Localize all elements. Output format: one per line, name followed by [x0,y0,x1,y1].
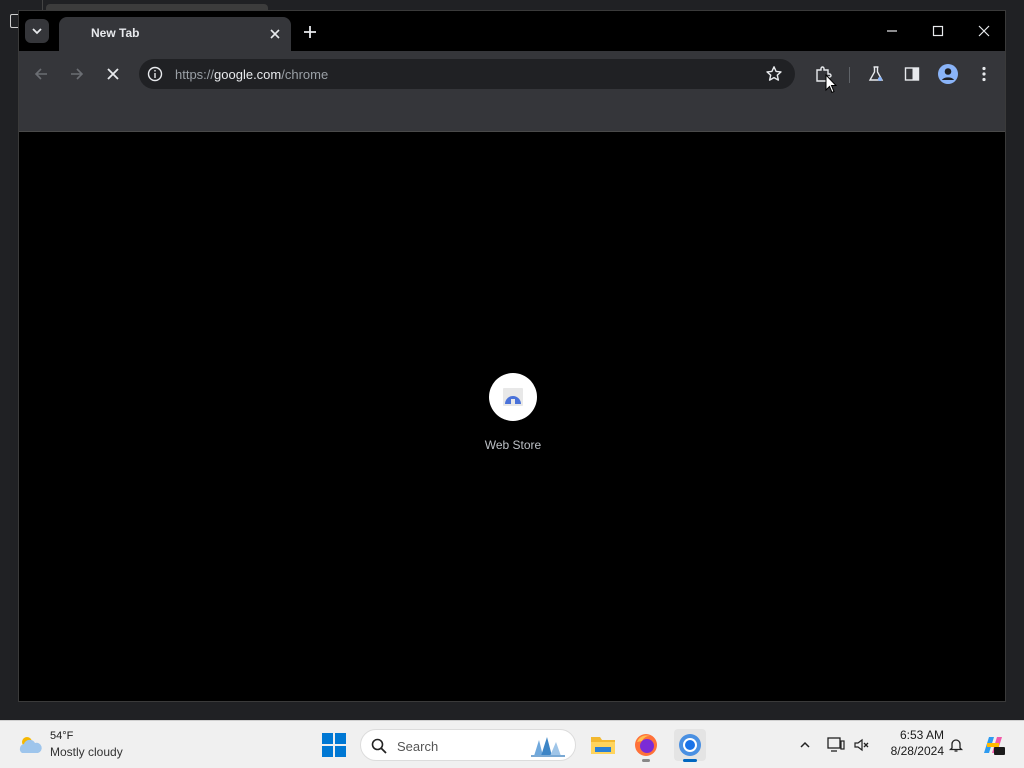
flask-icon [868,66,884,81]
taskbar-app-chrome[interactable] [674,729,706,762]
tab-search-button[interactable] [25,19,49,43]
close-icon [978,25,990,37]
taskbar-app-file-explorer[interactable] [587,729,619,761]
side-panel-icon [904,67,920,81]
web-store-icon [503,388,523,406]
taskbar-app-firefox[interactable] [630,729,662,762]
stop-loading-button[interactable] [101,62,125,86]
tray-volume-button[interactable] [852,735,872,755]
tab-close-button[interactable] [267,26,283,42]
copilot-button[interactable] [980,732,1006,758]
file-explorer-icon [591,737,615,754]
new-tab-page: Web Store [19,132,1005,701]
background-divider [42,0,43,10]
url-host: google.com [214,67,282,82]
notifications-button[interactable] [946,735,966,755]
search-icon [371,738,387,754]
shortcut-label: Web Store [484,438,542,452]
url-text: https://google.com/chrome [175,67,328,82]
taskbar: 54°F Mostly cloudy Search 6:53 AM 8/28/2… [0,720,1024,768]
arrow-left-icon [34,68,47,80]
windows-start-icon[interactable] [322,733,346,757]
maximize-icon [932,25,944,37]
new-tab-button[interactable] [299,21,321,43]
clock-time: 6:53 AM [899,728,944,742]
url-scheme: https:// [175,67,215,82]
taskbar-clock[interactable]: 6:53 AM 8/28/2024 [880,728,944,758]
speaker-muted-icon [854,738,869,752]
kebab-menu-icon [982,66,986,82]
tab-strip: New Tab [19,11,1005,51]
firefox-icon [635,734,657,756]
browser-window: New Tab https://google.com/chrome Web St… [18,10,1006,702]
bell-icon [948,739,964,752]
chevron-up-icon [800,741,810,748]
weather-widget[interactable]: 54°F Mostly cloudy [14,727,154,763]
toolbar: https://google.com/chrome [19,51,1005,97]
copilot-icon [984,737,1005,755]
menu-button[interactable] [972,62,996,86]
shortcut-icon-circle [489,373,537,421]
weather-temperature: 54°F [50,730,74,742]
toolbar-separator [849,67,850,83]
info-icon[interactable] [147,66,163,82]
labs-button[interactable] [864,62,888,86]
taskbar-search-box[interactable]: Search [360,729,576,761]
tray-network-button[interactable] [826,735,846,755]
avatar-icon [938,64,958,84]
minimize-button[interactable] [869,17,915,45]
shortcut-web-store[interactable]: Web Store [471,373,555,463]
cloudy-weather-icon [19,737,42,753]
profile-button[interactable] [936,62,960,86]
bookmarks-bar [19,97,1005,132]
search-placeholder: Search [397,739,439,754]
tab-new-tab[interactable]: New Tab [59,17,291,51]
side-panel-button[interactable] [900,62,924,86]
address-bar[interactable]: https://google.com/chrome [139,59,795,89]
close-icon [107,68,119,80]
plus-icon [304,26,316,38]
close-icon [270,29,280,39]
star-icon[interactable] [765,65,783,83]
chevron-down-icon [32,28,42,35]
forward-button[interactable] [65,62,89,86]
arrow-right-icon [71,68,84,80]
back-button[interactable] [29,62,53,86]
url-path: /chrome [281,67,329,82]
minimize-icon [887,30,897,32]
chrome-icon [679,734,701,756]
show-hidden-icons-button[interactable] [795,735,815,755]
maximize-button[interactable] [915,17,961,45]
search-highlight-icon [531,737,565,757]
app-running-indicator [642,759,650,762]
mouse-cursor-icon [825,74,837,94]
tab-title: New Tab [91,26,140,40]
weather-description: Mostly cloudy [50,745,123,759]
network-icon [827,737,845,752]
app-active-indicator [683,759,697,762]
clock-date: 8/28/2024 [890,744,944,758]
close-window-button[interactable] [961,17,1007,45]
